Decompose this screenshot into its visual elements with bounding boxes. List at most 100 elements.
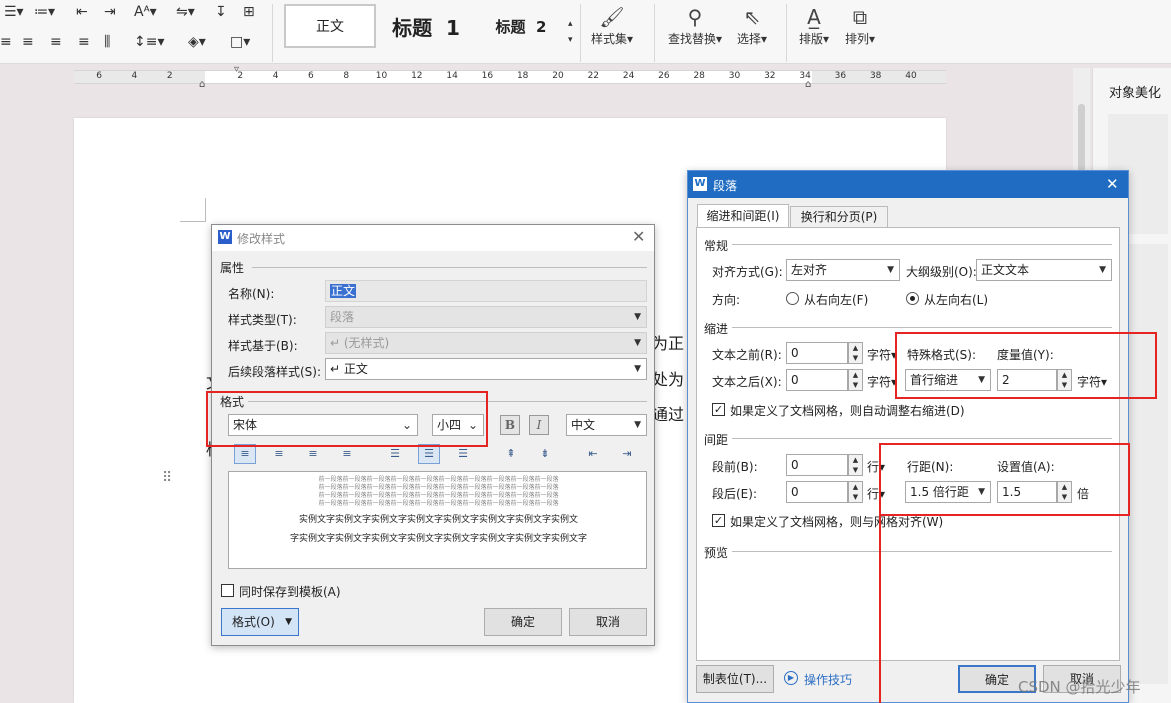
rtl-label: 从右向左(F) [804,293,869,307]
space-before-input[interactable]: 0 [786,454,848,476]
tips-link[interactable]: 操作技巧 [804,671,852,688]
gallery-scroll-icon[interactable]: ▴ ▾ [568,16,573,48]
border-icon[interactable]: □▾ [230,34,250,50]
measure-value: 2 [1002,373,1010,387]
space-after-value: 0 [791,485,799,499]
rtl-radio[interactable] [786,292,799,305]
watermark: CSDN @拾光少年 [1018,678,1141,696]
indent-after-input[interactable]: 0 [786,369,848,391]
grid-align-label: 如果定义了文档网格，则与网格对齐(W) [730,515,944,529]
indent-before-value: 0 [791,346,799,360]
outline-level-select[interactable]: 正文文本 ▼ [976,259,1112,281]
set-value-value: 1.5 [1002,485,1022,499]
sort-icon[interactable]: ↧ [215,4,227,20]
align-center-icon[interactable]: ≡ [22,34,34,50]
first-line-indent-marker-icon[interactable]: ▿ [234,64,239,75]
style-normal[interactable]: 正文 [284,4,376,48]
drag-handle-icon[interactable]: ⠿ [162,470,172,486]
align-right-icon[interactable]: ≡ [302,444,324,464]
style-heading2[interactable]: 标题 2 [476,4,566,48]
select-button[interactable]: ⇖ 选择▾ [732,4,772,47]
line-spacing-icon[interactable]: ↕≡▾ [134,34,165,50]
spinner-icon[interactable]: ▲ ▼ [848,454,863,476]
style-set-button[interactable]: 🖌 样式集▾ [590,4,634,47]
tab-line-page-break[interactable]: 换行和分页(P) [790,206,888,228]
ok-button[interactable]: 确定 [484,608,562,636]
decrease-para-spacing-icon[interactable]: ⇟ [534,444,556,464]
numbered-list-icon[interactable]: ≔▾ [34,4,55,20]
ruler-tick-label: 4 [131,71,138,81]
distribute-icon[interactable]: ⫼ [104,34,110,50]
increase-indent-icon[interactable]: ⇥ [104,4,116,20]
style-type-select[interactable]: 段落 ▼ [325,306,647,328]
font-size-icon[interactable]: Aᴬ▾ [134,4,157,20]
close-icon[interactable]: ✕ [632,227,645,246]
bold-button[interactable]: B [500,415,520,435]
ruler-tick-label: 22 [587,71,600,81]
single-spacing-icon[interactable]: ☰ [384,444,406,464]
arrange-button[interactable]: ⧉ 排列▾ [840,4,880,47]
double-spacing-icon[interactable]: ☰ [452,444,474,464]
spinner-icon[interactable]: ▲ ▼ [848,369,863,391]
typeset-button[interactable]: A̲ 排版▾ [794,4,834,47]
align-left-icon[interactable]: ≡ [0,34,12,50]
spinner-icon[interactable]: ▲ ▼ [1057,481,1072,503]
set-value-input[interactable]: 1.5 [997,481,1057,503]
cancel-button[interactable]: 取消 [569,608,647,636]
font-value: 宋体 [233,418,258,432]
decrease-indent-icon[interactable]: ⇤ [76,4,88,20]
shading-icon[interactable]: ◈▾ [188,34,206,50]
increase-indent-icon[interactable]: ⇥ [616,444,638,464]
line-spacing-select[interactable]: 1.5 倍行距 ▼ [905,481,991,503]
paragraph-title: 段落 [713,179,738,193]
tab-stops-button[interactable]: 制表位(T)... [696,665,774,693]
special-format-select[interactable]: 首行缩进 ▼ [905,369,991,391]
measure-input[interactable]: 2 [997,369,1057,391]
style-name-field[interactable]: 正文 [325,280,647,302]
increase-para-spacing-icon[interactable]: ⇞ [500,444,522,464]
spinner-icon[interactable]: ▲ ▼ [848,342,863,364]
find-replace-button[interactable]: ⚲ 查找替换▾ [664,4,726,47]
align-center-icon[interactable]: ≡ [268,444,290,464]
decrease-indent-icon[interactable]: ⇤ [582,444,604,464]
align-right-icon[interactable]: ≡ [50,34,62,50]
space-after-input[interactable]: 0 [786,481,848,503]
text-direction-icon[interactable]: ⇋▾ [176,4,195,20]
next-style-select[interactable]: ↵ 正文 ▼ [325,358,647,380]
general-section-title: 常规 [704,239,729,253]
modify-style-titlebar: W 修改样式 ✕ [212,225,654,251]
indent-before-unit[interactable]: 字符▾ [867,346,897,363]
bullet-list-icon[interactable]: ☰▾ [4,4,24,20]
grid-indent-checkbox[interactable]: ✓ [712,403,725,416]
close-icon[interactable]: ✕ [1106,175,1119,193]
one-half-spacing-icon[interactable]: ☰ [418,444,440,464]
space-before-unit[interactable]: 行▾ [867,458,885,475]
language-select[interactable]: 中文 ▼ [566,414,647,436]
spinner-icon[interactable]: ▲ ▼ [848,481,863,503]
based-on-select[interactable]: ↵ (无样式) ▼ [325,332,647,354]
align-left-icon[interactable]: ≡ [234,444,256,464]
ltr-radio[interactable] [906,292,919,305]
font-select[interactable]: 宋体 ⌄ [228,414,418,436]
italic-button[interactable]: I [529,415,549,435]
justify-icon[interactable]: ≡ [336,444,358,464]
format-menu-button[interactable]: 格式(O) ▼ [221,608,299,636]
indent-before-input[interactable]: 0 [786,342,848,364]
indent-after-unit[interactable]: 字符▾ [867,373,897,390]
left-indent-marker-icon[interactable]: ⌂ [199,79,205,90]
ruler-tick-label: 36 [834,71,847,81]
space-after-unit[interactable]: 行▾ [867,485,885,502]
save-template-checkbox[interactable] [221,584,234,597]
tab-indent-spacing[interactable]: 缩进和间距(I) [697,204,789,228]
spinner-icon[interactable]: ▲ ▼ [1057,369,1072,391]
grid-align-checkbox[interactable]: ✓ [712,514,725,527]
show-marks-icon[interactable]: ⊞ [243,4,255,20]
right-indent-marker-icon[interactable]: ⌂ [805,79,811,90]
justify-icon[interactable]: ≡ [78,34,90,50]
measure-unit[interactable]: 字符▾ [1077,373,1107,390]
font-size-select[interactable]: 小四 ⌄ [432,414,484,436]
object-beautify-title[interactable]: 对象美化 [1109,82,1161,101]
cursor-icon: ⇖ [743,5,761,29]
alignment-select[interactable]: 左对齐 ▼ [786,259,900,281]
style-heading1[interactable]: 标题 1 [380,4,472,48]
